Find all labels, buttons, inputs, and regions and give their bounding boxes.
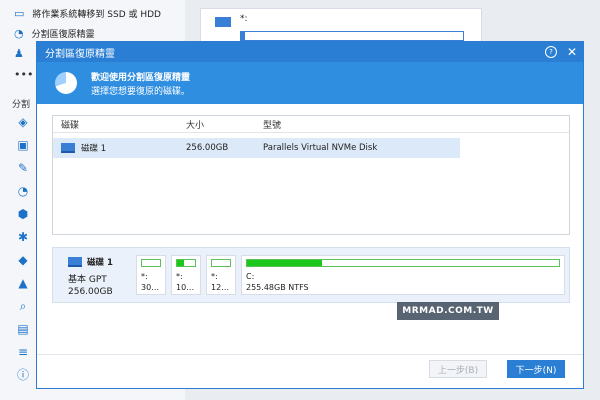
- partition-usage-bar: [176, 259, 196, 267]
- sidebar-item-migrate-os[interactable]: ▭ 將作業系統轉移到 SSD 或 HDD: [14, 4, 161, 22]
- partition-letter: *:: [211, 272, 218, 281]
- disk-type: 基本 GPT: [68, 275, 107, 285]
- partition-usage-bar: [141, 259, 161, 267]
- sidebar-icon-column: ◈ ▣ ✎ ◔ ⬢ ✱ ◆ ▲ ⌕ ▤ ≡ ⓘ: [16, 115, 34, 391]
- next-button[interactable]: 下一步(N): [507, 360, 565, 378]
- partition-letter: C:: [246, 272, 255, 281]
- row-size: 256.00GB: [186, 143, 229, 153]
- disk-size: 256.00GB: [68, 287, 113, 297]
- row-disk-name: 磁碟 1: [81, 144, 107, 154]
- monitor-icon: ▭: [14, 6, 25, 20]
- partition-detail: 255.48GB NTFS: [246, 283, 309, 292]
- disk-table-header: 磁碟 大小 型號: [53, 116, 569, 133]
- partition-letter: *:: [141, 272, 148, 281]
- pie-icon: ◔: [14, 26, 24, 40]
- edit-icon[interactable]: ✎: [16, 161, 30, 175]
- footer-divider: [37, 354, 583, 355]
- back-button[interactable]: 上一步(B): [429, 360, 487, 378]
- disk-icon: [68, 257, 82, 267]
- sidebar-item-users[interactable]: ♟: [14, 44, 24, 62]
- disk-table: 磁碟 大小 型號 磁碟 1 256.00GB Parallels Virtual…: [52, 115, 570, 235]
- tag-icon[interactable]: ◆: [16, 253, 30, 267]
- partition-usage-bar: [211, 259, 231, 267]
- wipe-icon[interactable]: ▲: [16, 276, 30, 290]
- partition-usage-bar: [246, 259, 560, 267]
- row-disk-cell: 磁碟 1: [53, 142, 178, 154]
- disk-name-label: 磁碟 1: [87, 258, 113, 268]
- banner-subtitle: 選擇您想要復原的磁碟。: [91, 86, 191, 97]
- dialog-title: 分割區復原精靈: [45, 48, 115, 60]
- search-icon[interactable]: ⌕: [16, 299, 30, 313]
- resize-icon[interactable]: ◔: [16, 184, 30, 198]
- partition-letter: *:: [176, 272, 183, 281]
- user-group-icon: ♟: [14, 46, 24, 60]
- background-partition-bar: [240, 31, 464, 41]
- disk-icon: [61, 143, 75, 153]
- help-icon[interactable]: ?: [544, 46, 557, 58]
- row-model: Parallels Virtual NVMe Disk: [263, 143, 378, 153]
- sidebar-item-label: 分割區復原精靈: [31, 29, 95, 40]
- dialog-titlebar: 分割區復原精靈 ? ✕: [37, 42, 583, 62]
- partition-block-c[interactable]: C: 255.48GB NTFS: [241, 255, 565, 295]
- disk-info: 磁碟 1 基本 GPT 256.00GB: [68, 256, 126, 297]
- copy-partition-icon[interactable]: ◈: [16, 115, 30, 129]
- partition-block-1[interactable]: *: 30…: [136, 255, 166, 295]
- partition-block-3[interactable]: *: 12…: [206, 255, 236, 295]
- more-icon: •••: [14, 67, 34, 81]
- disk-map-panel: 磁碟 1 基本 GPT 256.00GB *: 30… *: 10… *: 12…: [52, 247, 570, 303]
- info-icon[interactable]: ⓘ: [16, 368, 30, 382]
- properties-icon[interactable]: ≡: [16, 345, 30, 359]
- partition-detail: 10…: [176, 283, 195, 292]
- background-partition-label: *:: [240, 14, 248, 24]
- sidebar-item-more[interactable]: •••: [14, 65, 33, 83]
- column-disk[interactable]: 磁碟: [53, 118, 178, 131]
- disk-name: 磁碟 1: [68, 256, 126, 268]
- sidebar-item-partition-recovery[interactable]: ◔ 分割區復原精靈: [14, 24, 95, 42]
- partition-detail: 30…: [141, 283, 160, 292]
- table-row[interactable]: 磁碟 1 256.00GB Parallels Virtual NVMe Dis…: [53, 138, 460, 158]
- clone-icon[interactable]: ▣: [16, 138, 30, 152]
- partition-detail: 12…: [211, 283, 230, 292]
- site-watermark: MRMAD.COM.TW: [397, 302, 499, 320]
- partition-recovery-dialog: 分割區復原精靈 ? ✕ 歡迎使用分割區復原精靈 選擇您想要復原的磁碟。 磁碟 大…: [36, 41, 584, 389]
- close-icon[interactable]: ✕: [567, 46, 577, 58]
- merge-icon[interactable]: ⬢: [16, 207, 30, 221]
- column-model[interactable]: 型號: [255, 118, 460, 131]
- sidebar-item-label: 將作業系統轉移到 SSD 或 HDD: [32, 9, 161, 20]
- partition-recovery-icon: [55, 72, 77, 94]
- banner-title: 歡迎使用分割區復原精靈: [91, 72, 191, 83]
- sidebar-section-label: 分割: [12, 100, 31, 110]
- background-disk-icon: [215, 17, 231, 27]
- dialog-banner: 歡迎使用分割區復原精靈 選擇您想要復原的磁碟。: [37, 62, 583, 104]
- align-icon[interactable]: ▤: [16, 322, 30, 336]
- column-size[interactable]: 大小: [178, 118, 255, 131]
- partition-block-2[interactable]: *: 10…: [171, 255, 201, 295]
- split-icon[interactable]: ✱: [16, 230, 30, 244]
